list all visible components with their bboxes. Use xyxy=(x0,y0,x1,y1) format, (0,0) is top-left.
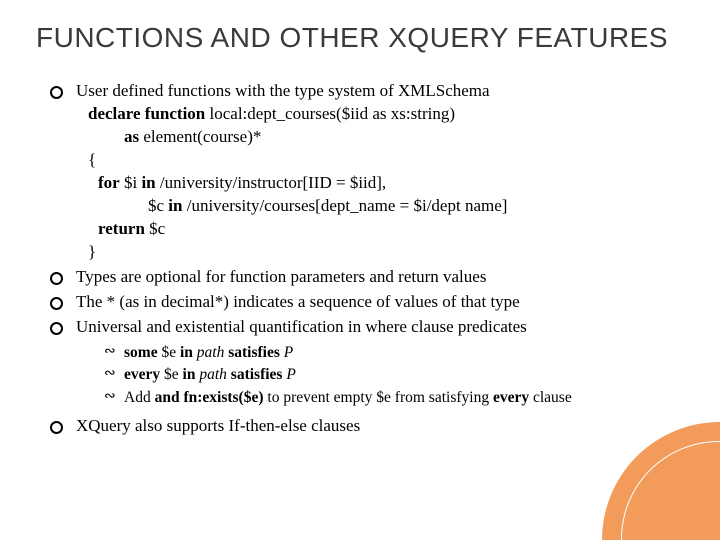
kw-in: in xyxy=(168,196,182,215)
sub-text: clause xyxy=(533,389,572,406)
bullet-text: Universal and existential quantification… xyxy=(76,317,527,336)
sub-text: to prevent empty $e from satisfying xyxy=(267,389,493,406)
var-path: path xyxy=(193,344,228,361)
bullet-item-4: Universal and existential quantification… xyxy=(50,316,684,410)
kw-return: return xyxy=(98,219,145,238)
kw-declare-function: declare function xyxy=(88,104,205,123)
code-text: /university/instructor[IID = $iid], xyxy=(156,173,387,192)
code-brace: } xyxy=(88,242,96,261)
kw-every: every xyxy=(124,366,160,383)
kw-some: some xyxy=(124,344,158,361)
code-block: declare function local:dept_courses($iid… xyxy=(88,103,684,264)
sub-item-1: some $e in path satisfies P xyxy=(104,343,684,364)
code-text: $i xyxy=(120,173,142,192)
kw-in: in xyxy=(141,173,155,192)
code-text: element(course)* xyxy=(139,127,261,146)
sub-item-3: Add and fn:exists($e) to prevent empty $… xyxy=(104,388,684,409)
var-p: P xyxy=(280,344,293,361)
bullet-text: XQuery also supports If-then-else clause… xyxy=(76,416,360,435)
kw-and-fnexists: and fn:exists($e) xyxy=(155,389,268,406)
page-title: FUNCTIONS AND OTHER XQUERY FEATURES xyxy=(36,22,684,54)
var-p: P xyxy=(282,366,295,383)
kw-in: in xyxy=(180,344,193,361)
slide: FUNCTIONS AND OTHER XQUERY FEATURES User… xyxy=(0,0,720,540)
sub-text: $e xyxy=(158,344,180,361)
bullet-text: The * (as in decimal*) indicates a seque… xyxy=(76,292,520,311)
bullet-text: User defined functions with the type sys… xyxy=(76,81,490,100)
code-text: $c xyxy=(145,219,165,238)
bullet-item-2: Types are optional for function paramete… xyxy=(50,266,684,289)
corner-decoration xyxy=(602,422,720,540)
bullet-item-3: The * (as in decimal*) indicates a seque… xyxy=(50,291,684,314)
var-path: path xyxy=(195,366,230,383)
kw-as: as xyxy=(124,127,139,146)
kw-for: for xyxy=(98,173,120,192)
bullet-list: User defined functions with the type sys… xyxy=(50,80,684,438)
sub-text: Add xyxy=(124,389,155,406)
code-brace: { xyxy=(88,150,96,169)
sub-text: $e xyxy=(160,366,182,383)
code-text: /university/courses[dept_name = $i/dept … xyxy=(182,196,507,215)
kw-every: every xyxy=(493,389,533,406)
bullet-item-1: User defined functions with the type sys… xyxy=(50,80,684,264)
bullet-text: Types are optional for function paramete… xyxy=(76,267,486,286)
code-text: local:dept_courses($iid as xs:string) xyxy=(205,104,455,123)
sub-list: some $e in path satisfies P every $e in … xyxy=(104,343,684,410)
bullet-item-5: XQuery also supports If-then-else clause… xyxy=(50,415,684,438)
kw-satisfies: satisfies xyxy=(228,344,280,361)
sub-item-2: every $e in path satisfies P xyxy=(104,365,684,386)
kw-satisfies: satisfies xyxy=(231,366,283,383)
kw-in: in xyxy=(183,366,196,383)
code-text: $c xyxy=(148,196,168,215)
